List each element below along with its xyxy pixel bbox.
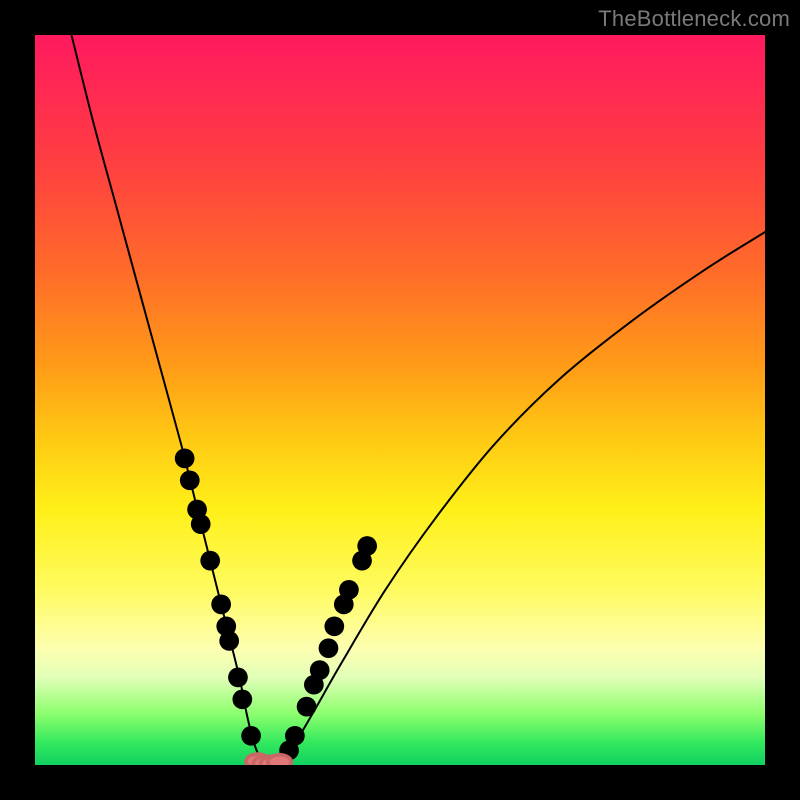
- curve-marker: [191, 514, 211, 534]
- curve-marker: [211, 595, 231, 615]
- curve-marker: [310, 660, 330, 680]
- watermark-text: TheBottleneck.com: [598, 6, 790, 32]
- curve-marker: [228, 668, 248, 688]
- plot-area: [35, 35, 765, 765]
- curve-marker: [339, 580, 359, 600]
- curve-marker: [357, 536, 377, 556]
- outer-frame: TheBottleneck.com: [0, 0, 800, 800]
- bottleneck-curve: [72, 35, 766, 765]
- curve-marker: [200, 551, 220, 571]
- curve-marker: [232, 689, 252, 709]
- curve-marker: [297, 697, 317, 717]
- chart-svg: [35, 35, 765, 765]
- curve-marker: [180, 470, 200, 490]
- curve-marker: [219, 631, 239, 651]
- curve-marker: [324, 616, 344, 636]
- curve-markers: [175, 449, 377, 765]
- curve-marker: [319, 638, 339, 658]
- curve-marker: [241, 726, 261, 746]
- curve-marker: [285, 726, 305, 746]
- curve-marker: [268, 755, 291, 765]
- curve-marker: [175, 449, 195, 469]
